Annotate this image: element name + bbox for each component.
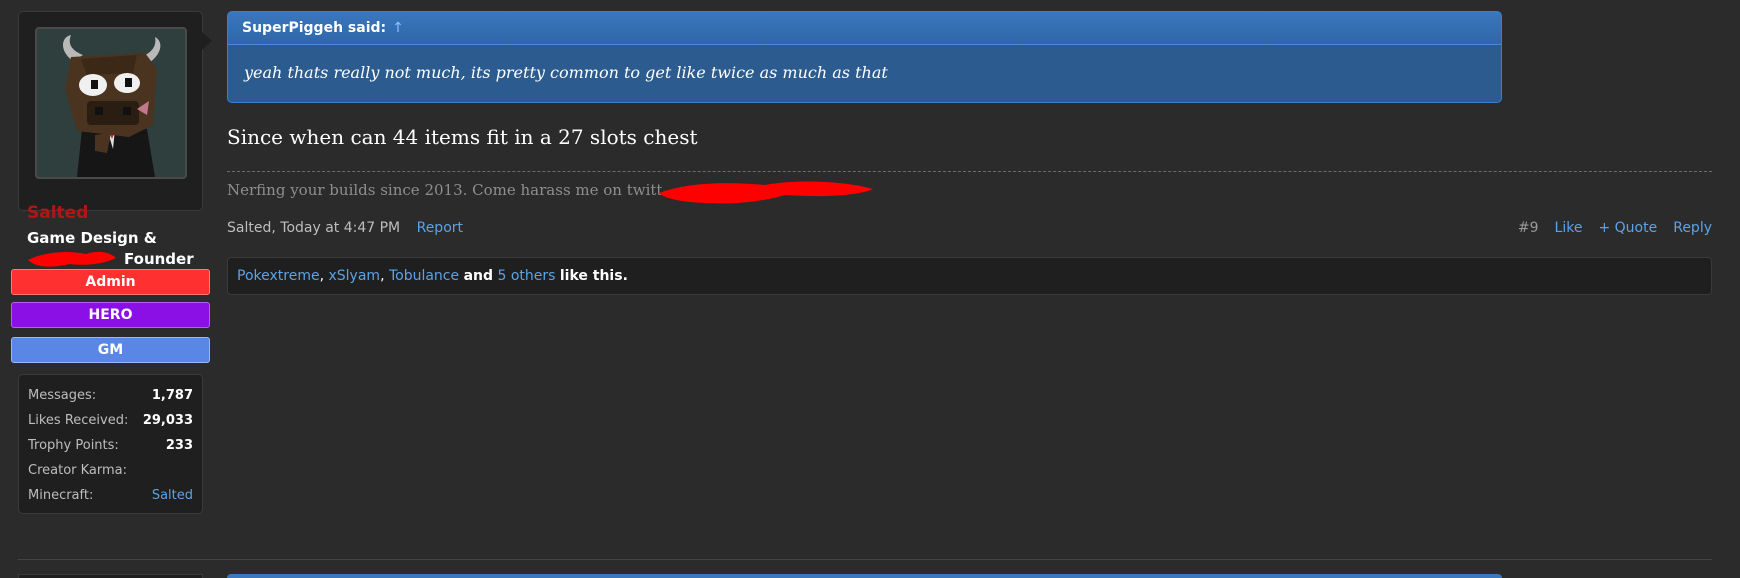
message-meta: Salted, Today at 4:47 PM Report [227,220,463,236]
stat-value: 29,033 [142,413,193,428]
user-avatar[interactable] [35,27,187,179]
post-divider [18,559,1712,560]
stat-label: Minecraft: [28,488,94,503]
user-card [18,11,212,211]
liker-link[interactable]: Pokextreme [237,268,320,284]
post-number[interactable]: #9 [1518,220,1539,236]
post-author-link[interactable]: Salted [227,220,271,236]
stat-messages: Messages: 1,787 [28,383,193,408]
stat-label: Creator Karma: [28,463,128,478]
stat-label: Messages: [28,388,97,403]
signature: Nerfing your builds since 2013. Come har… [227,181,663,199]
quote-button[interactable]: + Quote [1598,220,1657,236]
stat-minecraft: Minecraft: Salted [28,483,193,508]
likes-and: and [463,268,494,284]
likes-suffix: like this. [559,268,628,284]
badge-admin: Admin [11,269,210,295]
post-actions: #9 Like + Quote Reply [1518,220,1712,236]
quote-author: SuperPiggeh said: [242,20,387,36]
stat-trophy-points: Trophy Points: 233 [28,433,193,458]
user-title-line1: Game Design & [27,229,157,247]
user-stats: Messages: 1,787 Likes Received: 29,033 T… [18,374,203,514]
redaction-mark [659,181,873,204]
jump-to-quote-icon[interactable]: ↑ [392,20,404,36]
stat-label: Likes Received: [28,413,129,428]
forum-post: Salted Game Design & Founder Admin HERO … [0,0,1740,578]
next-quote-edge [227,574,1502,578]
signature-divider [227,171,1712,172]
likes-separator: , [380,268,389,284]
avatar-image [37,29,185,177]
meta-separator: , [271,220,281,236]
likes-others-link[interactable]: 5 others [497,268,555,284]
liker-link[interactable]: Tobulance [389,268,459,284]
quote-header: SuperPiggeh said: ↑ [228,12,1501,45]
message-text: Since when can 44 items fit in a 27 slot… [227,125,698,149]
redaction-mark [28,251,116,267]
reply-button[interactable]: Reply [1673,220,1712,236]
like-button[interactable]: Like [1555,220,1583,236]
stat-creator-karma: Creator Karma: [28,458,193,483]
stat-label: Trophy Points: [28,438,119,453]
minecraft-name-link[interactable]: Salted [152,483,193,508]
stat-likes-received: Likes Received: 29,033 [28,408,193,433]
username[interactable]: Salted [27,203,88,223]
quote-block: SuperPiggeh said: ↑ yeah thats really not… [227,11,1502,103]
badge-hero: HERO [11,302,210,328]
liker-link[interactable]: xSlyam [328,268,380,284]
next-user-card-edge [18,574,203,578]
stat-value: 233 [165,438,193,453]
quote-text: yeah thats really not much, its pretty c… [244,63,888,82]
badge-gm: GM [11,337,210,363]
likes-summary: Pokextreme, xSlyam, Tobulance and 5 othe… [227,257,1712,295]
post-timestamp[interactable]: Today at 4:47 PM [280,220,400,236]
report-link[interactable]: Report [417,220,463,236]
stat-value: 1,787 [151,388,193,403]
